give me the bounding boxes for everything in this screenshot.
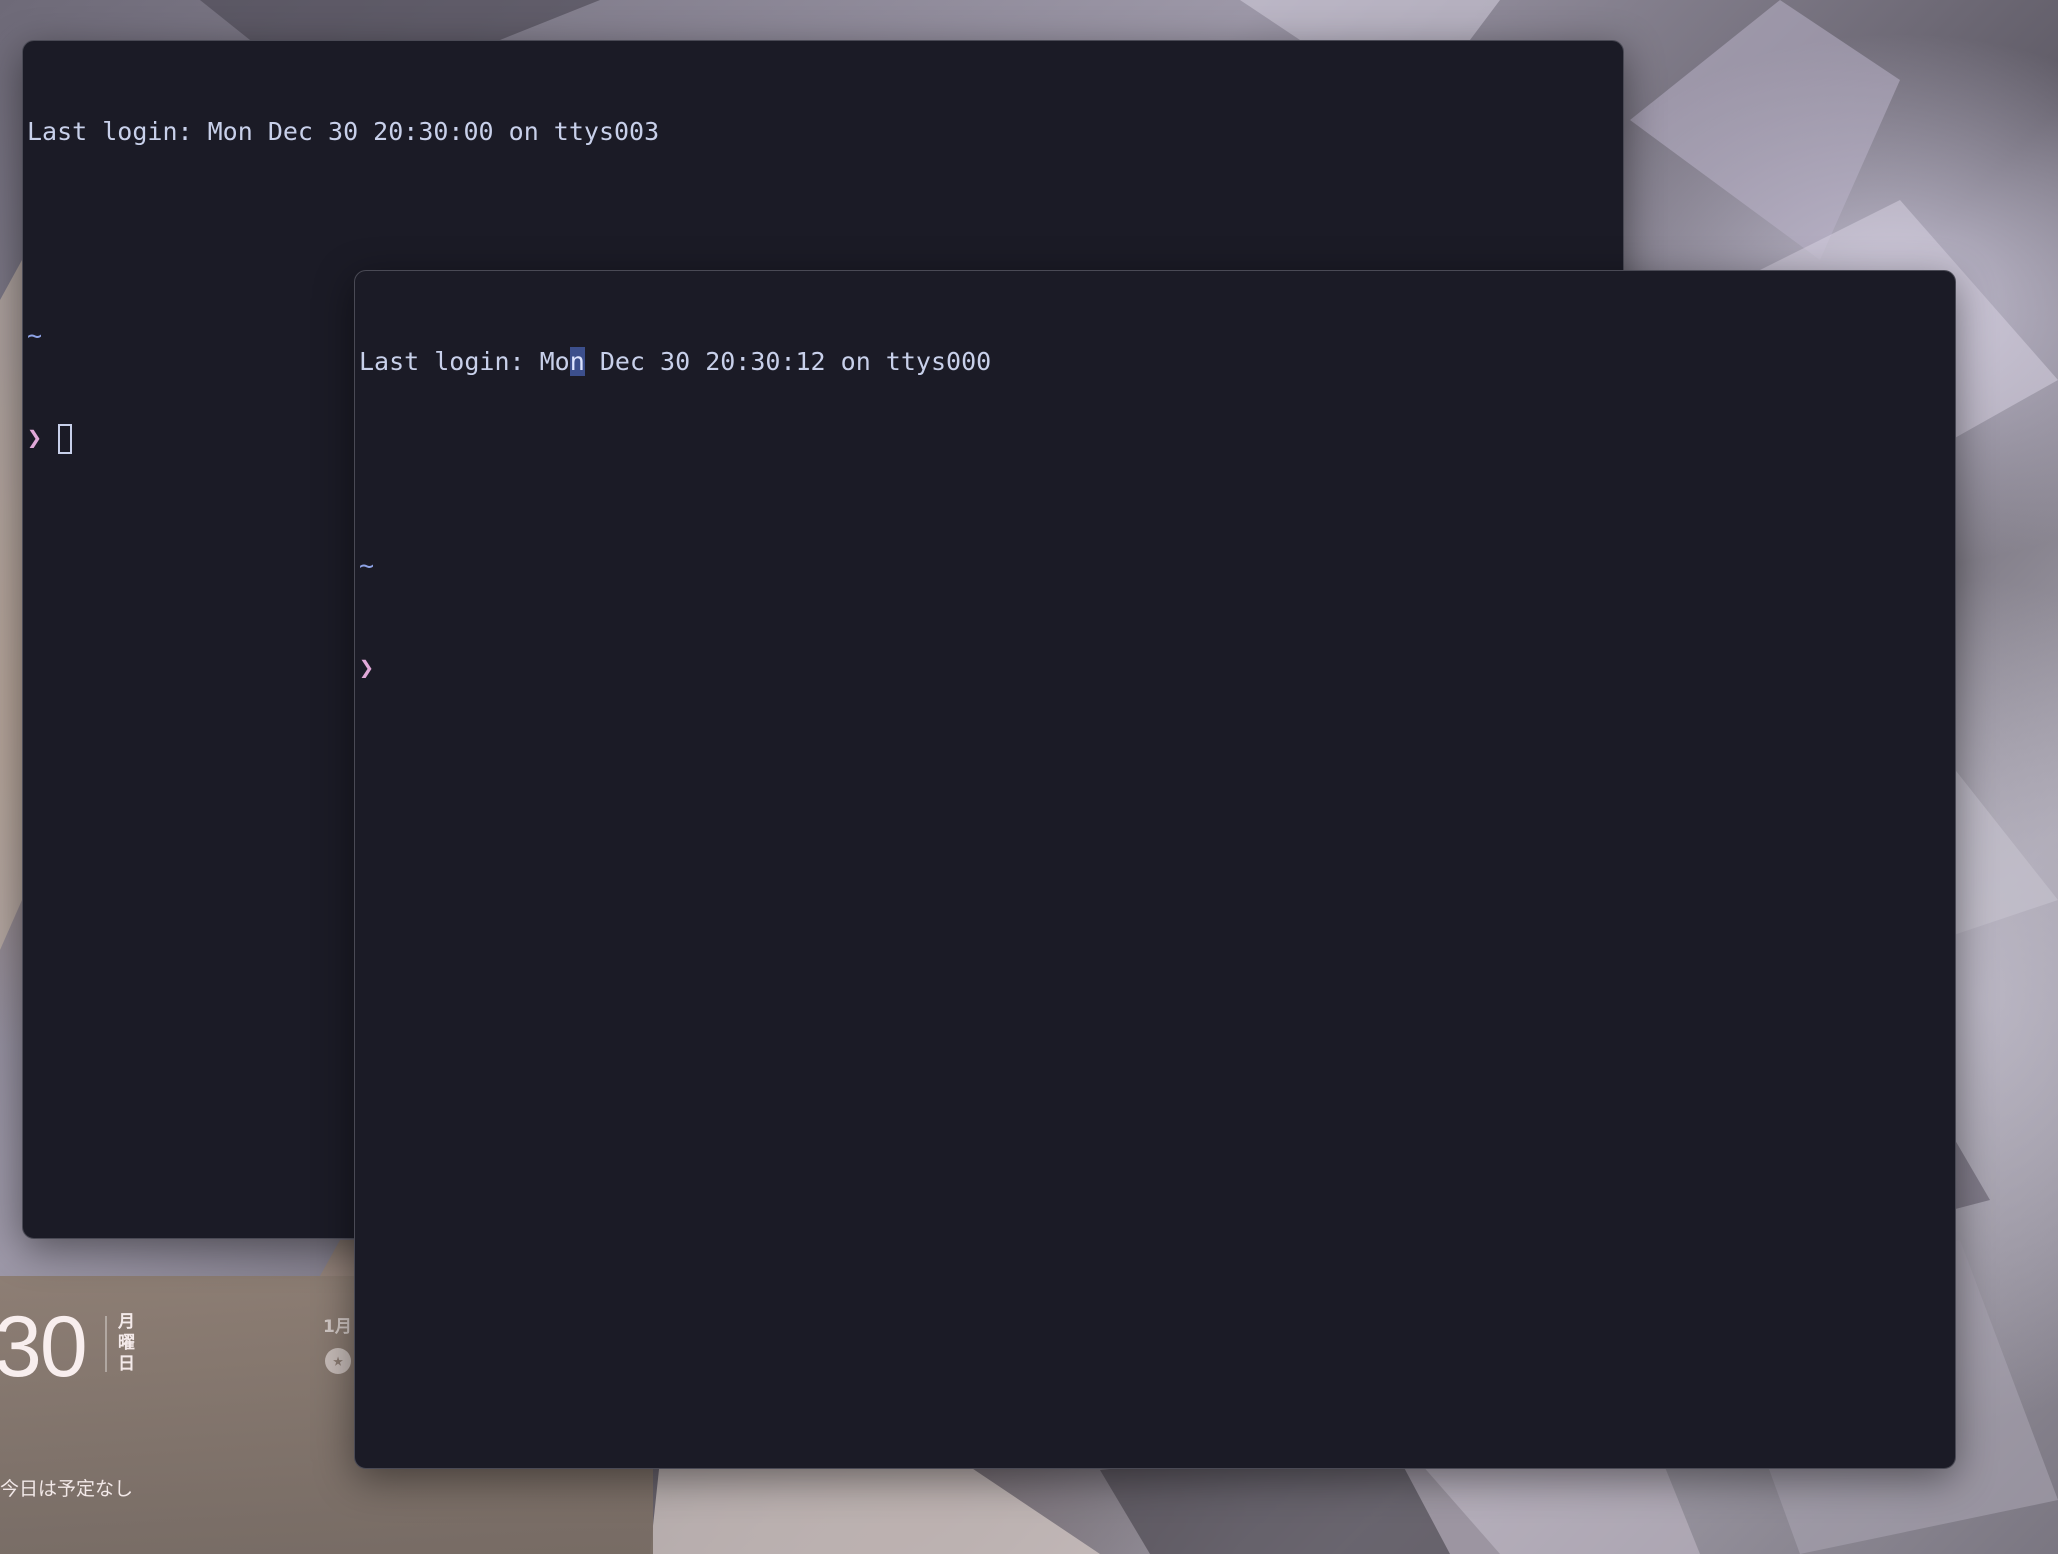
calendar-day-number: 30: [0, 1299, 88, 1395]
cwd-tilde: ~: [359, 551, 375, 580]
star-icon: ★: [325, 1348, 351, 1374]
prompt-chevron-icon: ❯: [27, 423, 43, 452]
text-cursor: [58, 424, 73, 454]
last-login-line: Last login: Mon Dec 30 20:30:00 on ttys0…: [27, 117, 660, 146]
last-login-line: Last login: Mon Dec 30 20:30:12 on ttys0…: [359, 345, 1951, 379]
selected-text: n: [569, 347, 585, 376]
last-login-prefix: Last login: Mo: [359, 347, 570, 376]
calendar-divider: [105, 1316, 107, 1372]
terminal-window-front[interactable]: Last login: Mon Dec 30 20:30:12 on ttys0…: [354, 270, 1956, 1469]
calendar-weekday: 月曜日: [118, 1312, 135, 1374]
prompt-chevron-icon: ❯: [359, 653, 375, 682]
calendar-no-events-text: 今日は予定なし: [0, 1478, 134, 1500]
calendar-month-label: 1月: [323, 1317, 352, 1337]
terminal-output-front[interactable]: Last login: Mon Dec 30 20:30:12 on ttys0…: [359, 277, 1951, 1462]
cwd-tilde: ~: [27, 321, 43, 350]
last-login-suffix: Dec 30 20:30:12 on ttys000: [584, 347, 992, 376]
